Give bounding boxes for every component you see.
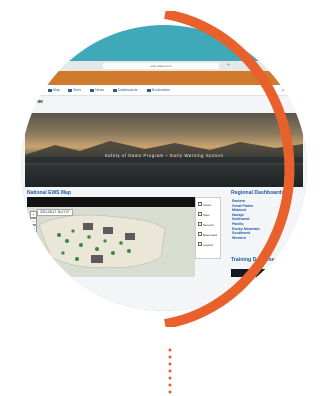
dotted-connector xyxy=(168,348,172,394)
illustration: ews.usace.com + Home Map Sites News Dash… xyxy=(0,0,328,396)
orange-arc xyxy=(164,11,295,327)
